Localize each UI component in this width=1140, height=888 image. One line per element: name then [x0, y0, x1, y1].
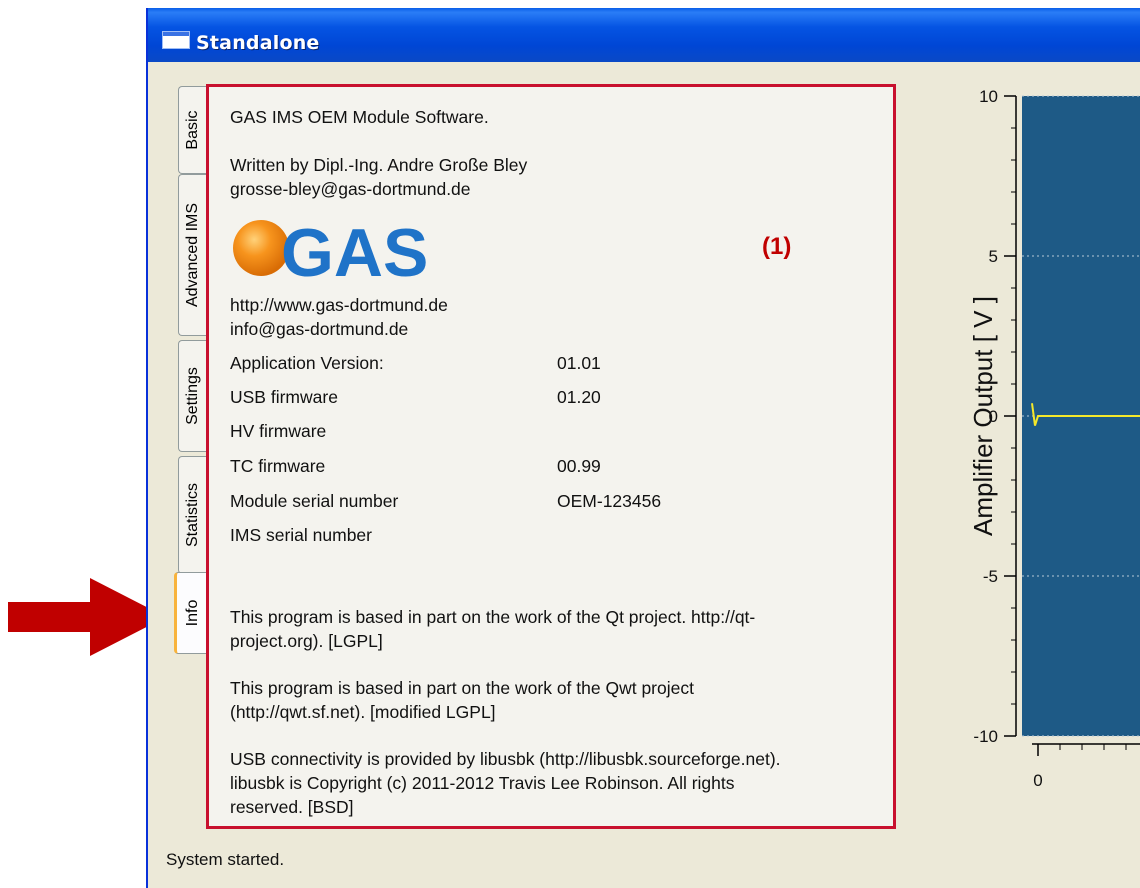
tab-label: Basic [183, 110, 201, 150]
status-text: System started. [166, 850, 285, 869]
window-icon [162, 31, 190, 49]
usb-credit-line: libusbk is Copyright (c) 2011-2012 Travi… [230, 773, 735, 793]
contact-email[interactable]: info@gas-dortmund.de [230, 317, 408, 341]
author-line: Written by Dipl.-Ing. Andre Große Bley [230, 155, 528, 175]
qt-credit-line: This program is based in part on the wor… [230, 607, 756, 627]
standalone-window: Standalone Basic Advanced IMS Settings S… [146, 8, 1140, 888]
logo-text: GAS [281, 215, 428, 285]
usb-credit-line: USB connectivity is provided by libusbk … [230, 749, 781, 769]
info-panel: GAS IMS OEM Module Software. Written by … [206, 84, 896, 829]
annotation-label: (1) [762, 233, 792, 260]
detail-value: 00.99 [557, 456, 601, 476]
y-axis-label: Amplifier Output [ V ] [968, 296, 998, 536]
tab-label: Statistics [183, 482, 201, 548]
tab-settings[interactable]: Settings [178, 340, 206, 452]
tab-statistics[interactable]: Statistics [178, 456, 206, 574]
software-title: GAS IMS OEM Module Software. [230, 107, 489, 127]
y-tick-label: -10 [973, 727, 998, 746]
tab-advanced-ims[interactable]: Advanced IMS [178, 174, 206, 336]
detail-label: HV firmware [230, 421, 327, 441]
tab-basic[interactable]: Basic [178, 86, 206, 174]
detail-label: Application Version: [230, 353, 384, 373]
red-arrow-icon [8, 578, 166, 656]
website-link[interactable]: http://www.gas-dortmund.de [230, 293, 448, 317]
tab-label: Settings [183, 367, 201, 425]
detail-label: USB firmware [230, 387, 338, 407]
y-tick-label: 5 [989, 247, 998, 266]
detail-value: 01.01 [557, 353, 601, 373]
x-axis-ticks: 0 [1033, 744, 1127, 790]
window-title: Standalone [196, 32, 320, 54]
amplifier-plot[interactable]: 1050-5-10 0 Amplifier Output [ V ] [908, 78, 1140, 838]
usb-credit-line: reserved. [BSD] [230, 797, 354, 817]
detail-label: Module serial number [230, 491, 399, 511]
author-email[interactable]: grosse-bley@gas-dortmund.de [230, 177, 471, 201]
detail-value: 01.20 [557, 387, 601, 407]
tab-info[interactable]: Info [174, 572, 208, 654]
gas-logo: GAS [233, 215, 428, 285]
title-bar[interactable]: Standalone [148, 8, 1140, 62]
y-tick-label: 10 [979, 87, 998, 106]
qt-credit-line: project.org). [LGPL] [230, 631, 383, 651]
qwt-credit-line: (http://qwt.sf.net). [modified LGPL] [230, 702, 496, 722]
detail-value: OEM-123456 [557, 491, 662, 511]
detail-label: IMS serial number [230, 525, 372, 545]
qwt-credit-line: This program is based in part on the wor… [230, 678, 694, 698]
detail-label: TC firmware [230, 456, 326, 476]
tab-label: Advanced IMS [183, 202, 201, 308]
x-tick-label: 0 [1033, 771, 1042, 790]
tab-label: Info [183, 599, 201, 627]
y-tick-label: -5 [983, 567, 998, 586]
